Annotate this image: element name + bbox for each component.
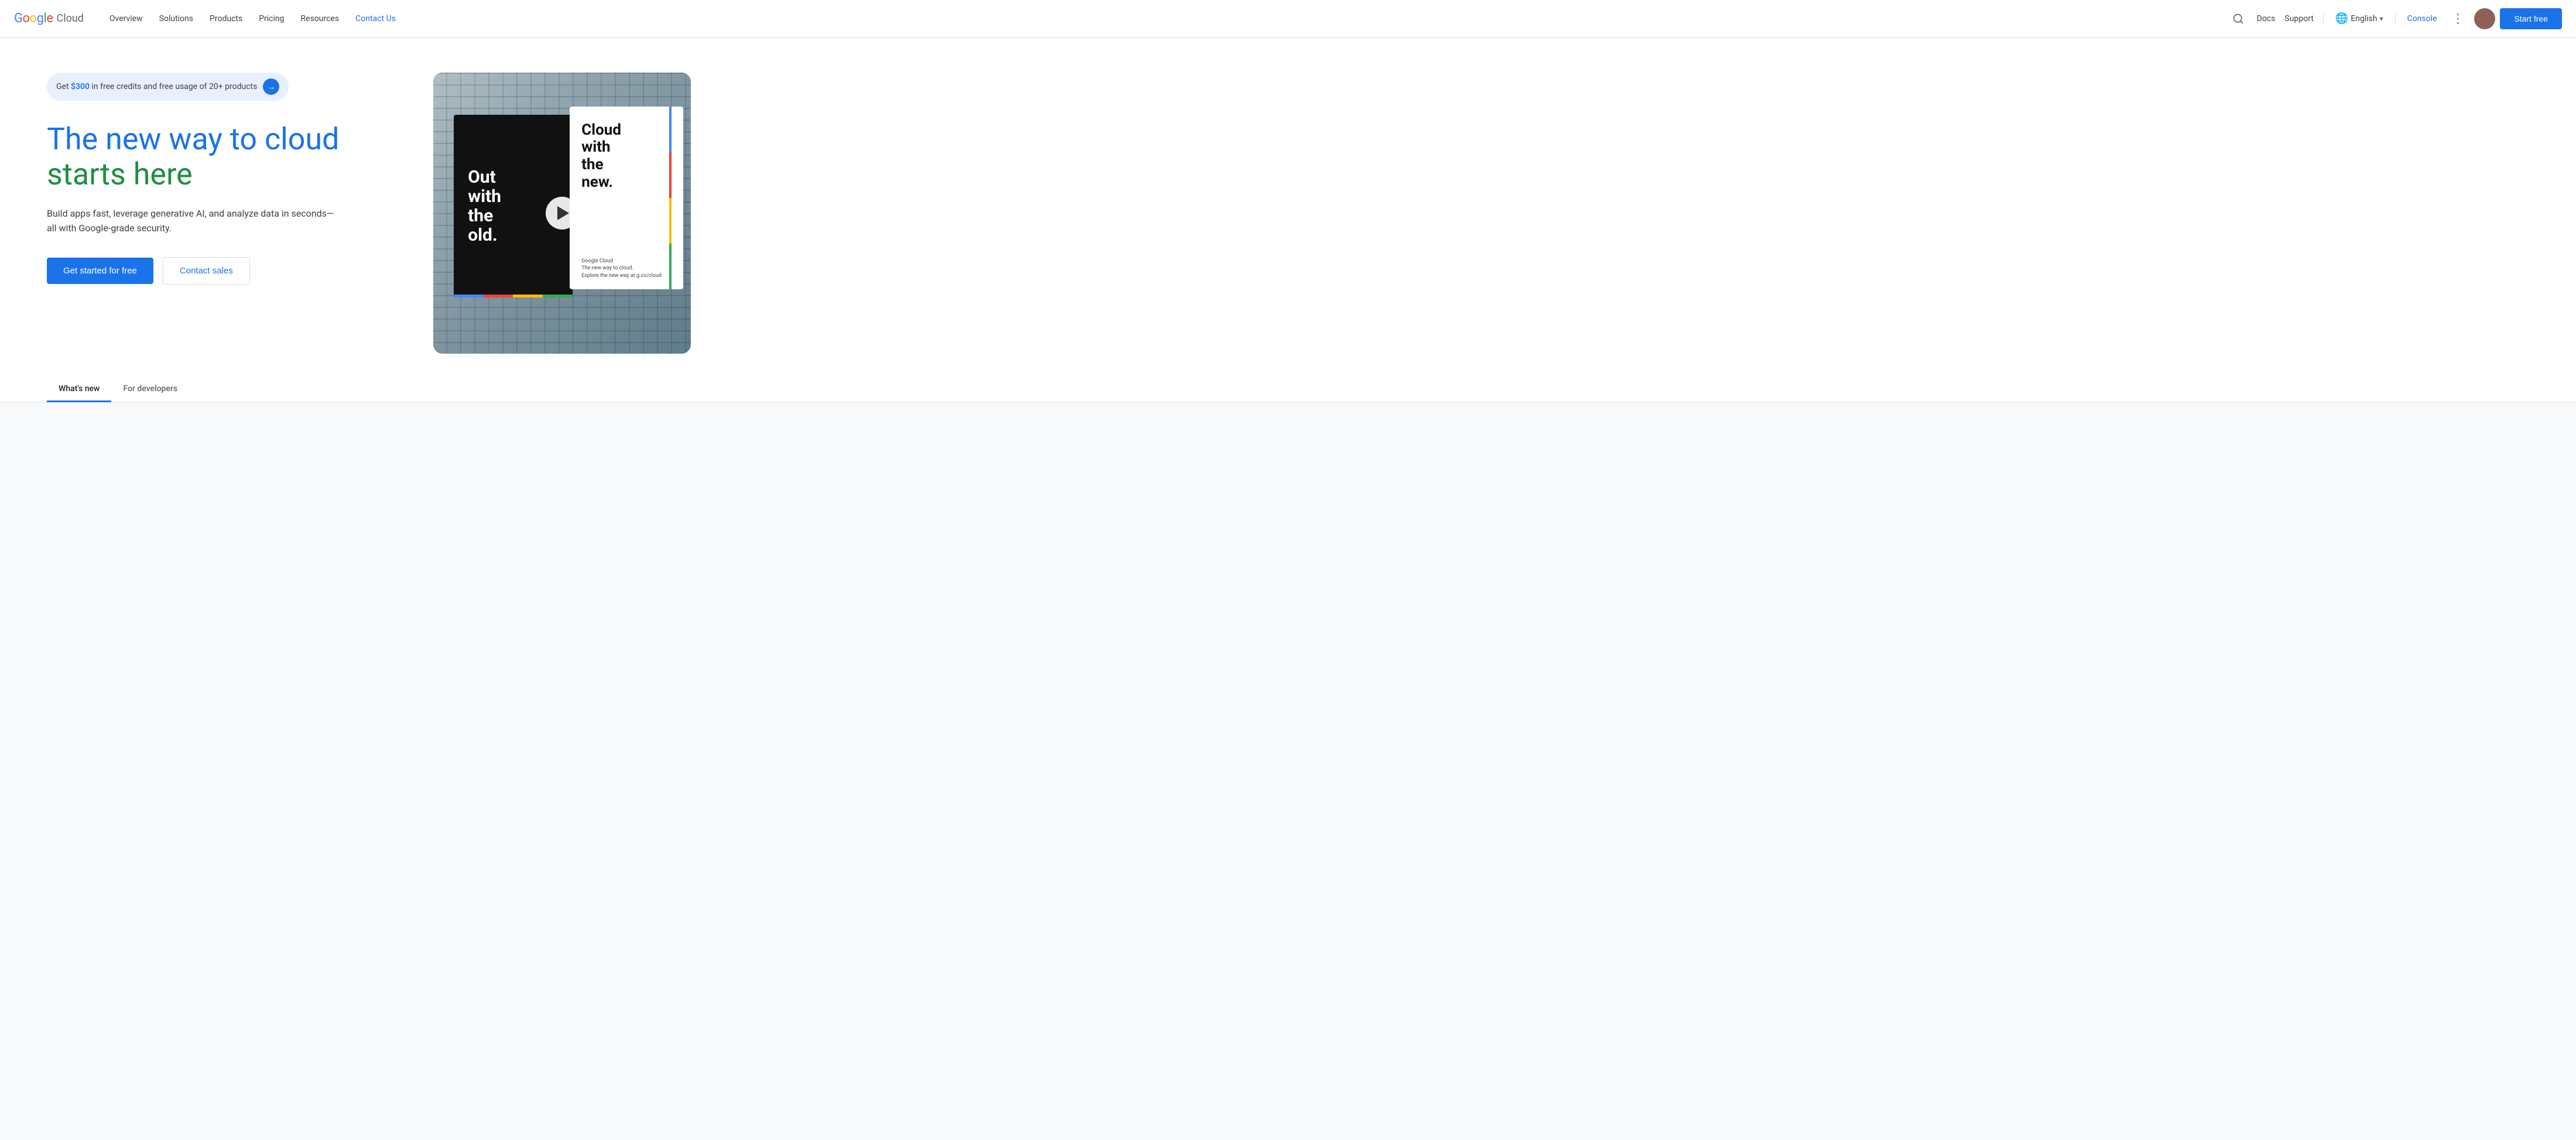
nav-right: Docs Support 🌐 English ▾ Console ⋮ Start… [2226, 7, 2562, 30]
nav-pricing[interactable]: Pricing [252, 9, 291, 28]
promo-prefix: Get [56, 82, 71, 91]
hero-buttons: Get started for free Contact sales [47, 257, 398, 285]
play-button[interactable] [546, 197, 578, 230]
cloud-wordmark: Cloud [56, 12, 83, 25]
nav-products[interactable]: Products [203, 9, 249, 28]
start-free-button[interactable]: Start free [2500, 8, 2562, 29]
nav-divider-2 [2395, 13, 2396, 25]
billboard-right-sub: Google Cloud The new way to cloud. Explo… [581, 258, 662, 280]
promo-arrow-icon: → [263, 78, 279, 95]
avatar[interactable] [2474, 8, 2495, 29]
promo-banner[interactable]: Get $300 in free credits and free usage … [47, 73, 289, 101]
logo[interactable]: Google Cloud [14, 11, 84, 26]
nav-overview[interactable]: Overview [102, 9, 150, 28]
console-link[interactable]: Console [2403, 9, 2442, 28]
tabs: What's new For developers [47, 377, 2529, 402]
nav-links: Overview Solutions Products Pricing Reso… [102, 9, 2226, 28]
hero-video: Outwiththeold. Cloudwithth [433, 73, 691, 354]
globe-icon: 🌐 [2335, 12, 2348, 25]
hero-title-line1: The new way to cloud [47, 122, 398, 157]
color-bar-bottom [454, 295, 572, 297]
nav-solutions[interactable]: Solutions [152, 9, 200, 28]
language-label: English [2351, 14, 2377, 23]
tab-whats-new[interactable]: What's new [47, 377, 111, 402]
nav-divider [2323, 13, 2324, 25]
hero-content: Get $300 in free credits and free usage … [47, 73, 398, 285]
tagline: Google Cloud [581, 258, 662, 265]
billboard-left-text: Outwiththeold. [468, 167, 501, 245]
contact-sales-button[interactable]: Contact sales [163, 257, 250, 285]
chevron-down-icon: ▾ [2380, 15, 2383, 23]
billboard-right: Cloudwiththenew. Google Cloud The new wa… [570, 107, 683, 289]
search-button[interactable] [2226, 7, 2250, 30]
nav-contact[interactable]: Contact Us [348, 9, 403, 28]
billboard-right-text: Cloudwiththenew. [581, 122, 621, 192]
docs-link[interactable]: Docs [2255, 9, 2278, 28]
promo-amount: $300 [71, 82, 90, 91]
more-options-button[interactable]: ⋮ [2446, 7, 2469, 30]
hero-title: The new way to cloud starts here [47, 122, 398, 192]
get-started-button[interactable]: Get started for free [47, 258, 153, 284]
hero-description: Build apps fast, leverage generative AI,… [47, 206, 340, 236]
nav-resources[interactable]: Resources [294, 9, 347, 28]
navbar: Google Cloud Overview Solutions Products… [0, 0, 2576, 37]
language-selector[interactable]: 🌐 English ▾ [2331, 8, 2388, 29]
support-link[interactable]: Support [2282, 9, 2315, 28]
google-wordmark: Google [14, 11, 53, 26]
color-bar-right [669, 107, 672, 289]
tab-for-developers[interactable]: For developers [111, 377, 189, 402]
sub-tagline: The new way to cloud. [581, 265, 662, 272]
sub-text: Explore the new way at g.co/cloud [581, 272, 662, 280]
hero-title-line2: starts here [47, 157, 398, 192]
hero-section: Get $300 in free credits and free usage … [0, 37, 2576, 354]
tabs-section: What's new For developers [0, 354, 2576, 402]
promo-suffix: in free credits and free usage of 20+ pr… [90, 82, 257, 91]
video-container[interactable]: Outwiththeold. Cloudwithth [433, 73, 691, 354]
promo-text: Get $300 in free credits and free usage … [56, 82, 257, 91]
